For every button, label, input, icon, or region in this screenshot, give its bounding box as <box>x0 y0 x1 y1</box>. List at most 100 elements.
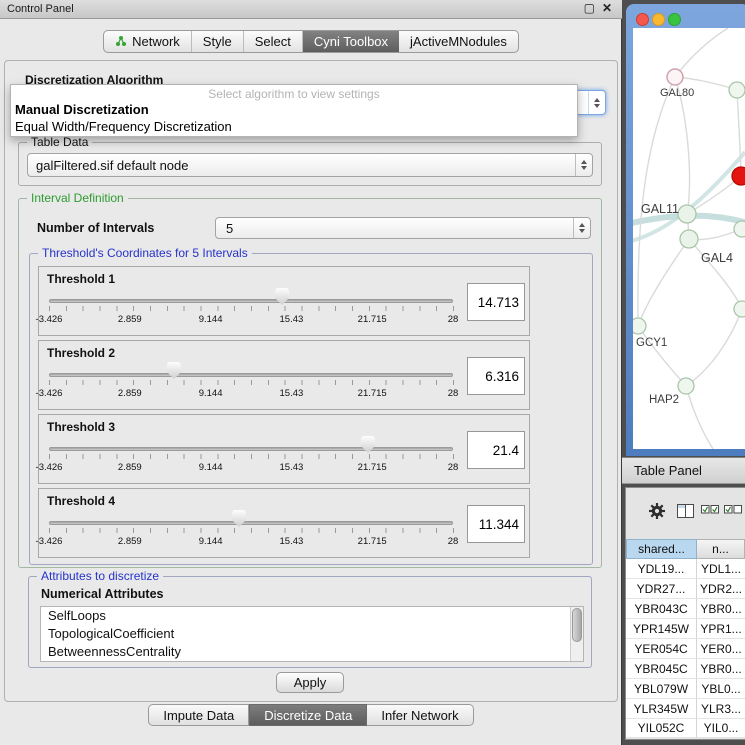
list-scrollbar[interactable] <box>570 607 583 661</box>
table-row[interactable]: YDL19...YDL1... <box>626 559 745 579</box>
table-row[interactable]: YER054CYER0... <box>626 639 745 659</box>
gear-icon[interactable] <box>646 500 668 522</box>
table-cell[interactable]: YDR2... <box>697 579 745 599</box>
table-row[interactable]: YBL079WYBL0... <box>626 679 745 699</box>
slider-scale-label: 28 <box>448 388 459 399</box>
tab-discretize-data[interactable]: Discretize Data <box>249 704 367 726</box>
scrollbar-thumb[interactable] <box>572 608 582 642</box>
slider-track[interactable] <box>49 447 453 451</box>
tab-label: Network <box>132 34 180 49</box>
slider-scale-label: 21.715 <box>358 536 387 547</box>
window-title: Control Panel <box>7 3 74 15</box>
table-cell[interactable]: YDR27... <box>626 579 697 599</box>
attributes-group-title: Attributes to discretize <box>37 569 163 583</box>
column-header-name[interactable]: n... <box>697 539 745 559</box>
node-label-hap2: HAP2 <box>649 394 679 406</box>
table-cell[interactable]: YPR1... <box>697 619 745 639</box>
slider-ticks <box>49 454 454 459</box>
network-node-hap2[interactable] <box>678 378 694 394</box>
node-label-gcy1: GCY1 <box>636 337 667 349</box>
table-row[interactable]: YBR043CYBR0... <box>626 599 745 619</box>
tab-jactivemnodules[interactable]: jActiveMNodules <box>399 31 518 52</box>
table-data-combobox[interactable]: galFiltered.sif default node <box>27 153 593 177</box>
table-cell[interactable]: YBR043C <box>626 599 697 619</box>
number-of-intervals-value: 5 <box>216 221 573 236</box>
combo-stepper-icon <box>575 154 592 176</box>
network-node[interactable] <box>734 221 745 237</box>
slider-scale-label: -3.426 <box>36 314 63 325</box>
thresholds-group: Threshold's Coordinates for 5 Intervals … <box>29 253 593 565</box>
slider-scale-label: 9.144 <box>199 388 223 399</box>
tab-style[interactable]: Style <box>192 31 244 52</box>
threshold-panel: Threshold 4 -3.426 2.859 9.144 15.43 21.… <box>38 488 530 558</box>
table-data-selected-value: galFiltered.sif default node <box>28 158 575 173</box>
table-row[interactable]: YIL052CYIL0... <box>626 719 745 738</box>
table-cell[interactable]: YPR145W <box>626 619 697 639</box>
table-cell[interactable]: YIL0... <box>697 719 745 738</box>
table-cell[interactable]: YBR0... <box>697 599 745 619</box>
table-cell[interactable]: YDL19... <box>626 559 697 579</box>
table-cell[interactable]: YDL1... <box>697 559 745 579</box>
threshold-value-field[interactable] <box>467 431 525 469</box>
slider-scale-label: 21.715 <box>358 388 387 399</box>
network-node-gal80[interactable] <box>667 69 683 85</box>
table-cell[interactable]: YER0... <box>697 639 745 659</box>
interval-definition-group: Interval Definition Number of Intervals … <box>18 198 602 568</box>
minimize-traffic-light-icon[interactable] <box>652 13 665 26</box>
list-item[interactable]: SelfLoops <box>41 607 583 625</box>
tab-impute-data[interactable]: Impute Data <box>148 704 249 726</box>
table-row[interactable]: YBR045CYBR0... <box>626 659 745 679</box>
threshold-panel: Threshold 2 -3.426 2.859 9.144 15.43 21.… <box>38 340 530 410</box>
numerical-attributes-list: SelfLoops TopologicalCoefficient Between… <box>40 606 584 662</box>
list-item[interactable]: BetweennessCentrality <box>41 643 583 661</box>
number-of-intervals-combobox[interactable]: 5 <box>215 217 591 239</box>
table-cell[interactable]: YBR045C <box>626 659 697 679</box>
select-all-checkboxes-icon[interactable] <box>700 504 719 514</box>
network-node-selected-red[interactable] <box>732 167 745 185</box>
clear-checkboxes-icon[interactable] <box>723 504 742 514</box>
close-icon[interactable]: ✕ <box>602 1 612 15</box>
table-cell[interactable]: YLR345W <box>626 699 697 719</box>
apply-button[interactable]: Apply <box>276 672 344 693</box>
zoom-traffic-light-icon[interactable] <box>668 13 681 26</box>
table-cell[interactable]: YBL079W <box>626 679 697 699</box>
network-node[interactable] <box>729 82 745 98</box>
network-node[interactable] <box>734 301 745 317</box>
tab-select[interactable]: Select <box>244 31 303 52</box>
table-cell[interactable]: YBL0... <box>697 679 745 699</box>
node-label-gal11: GAL11 <box>641 202 679 216</box>
slider-scale-label: 9.144 <box>199 462 223 473</box>
node-label-gal4: GAL4 <box>701 251 733 265</box>
threshold-value-field[interactable] <box>467 357 525 395</box>
algorithm-option-manual[interactable]: Manual Discretization <box>15 102 149 117</box>
tab-label: jActiveMNodules <box>410 34 507 49</box>
table-cell[interactable]: YLR3... <box>697 699 745 719</box>
threshold-label: Threshold 1 <box>47 272 115 286</box>
table-row[interactable]: YDR27...YDR2... <box>626 579 745 599</box>
slider-track[interactable] <box>49 299 453 303</box>
table-cell[interactable]: YER054C <box>626 639 697 659</box>
slider-ticks <box>49 306 454 311</box>
list-item[interactable]: TopologicalCoefficient <box>41 625 583 643</box>
column-header-shared-name[interactable]: shared... <box>626 539 697 559</box>
table-row[interactable]: YLR345WYLR3... <box>626 699 745 719</box>
table-data-group-title: Table Data <box>27 135 92 149</box>
threshold-value-field[interactable] <box>467 505 525 543</box>
columns-icon[interactable] <box>676 503 694 519</box>
maximize-icon[interactable]: ▢ <box>584 1 595 15</box>
threshold-value-field[interactable] <box>467 283 525 321</box>
close-traffic-light-icon[interactable] <box>636 13 649 26</box>
algorithm-option-equal-width[interactable]: Equal Width/Frequency Discretization <box>15 119 232 134</box>
network-node-gal11[interactable] <box>678 205 696 223</box>
tab-label: Cyni Toolbox <box>314 34 388 49</box>
network-node-gcy1[interactable] <box>633 318 646 334</box>
slider-track[interactable] <box>49 373 453 377</box>
tab-network[interactable]: Network <box>104 31 192 52</box>
slider-track[interactable] <box>49 521 453 525</box>
table-cell[interactable]: YIL052C <box>626 719 697 738</box>
tab-infer-network[interactable]: Infer Network <box>367 704 473 726</box>
tab-cyni-toolbox[interactable]: Cyni Toolbox <box>303 31 399 52</box>
table-row[interactable]: YPR145WYPR1... <box>626 619 745 639</box>
network-node-gal4[interactable] <box>680 230 698 248</box>
table-cell[interactable]: YBR0... <box>697 659 745 679</box>
